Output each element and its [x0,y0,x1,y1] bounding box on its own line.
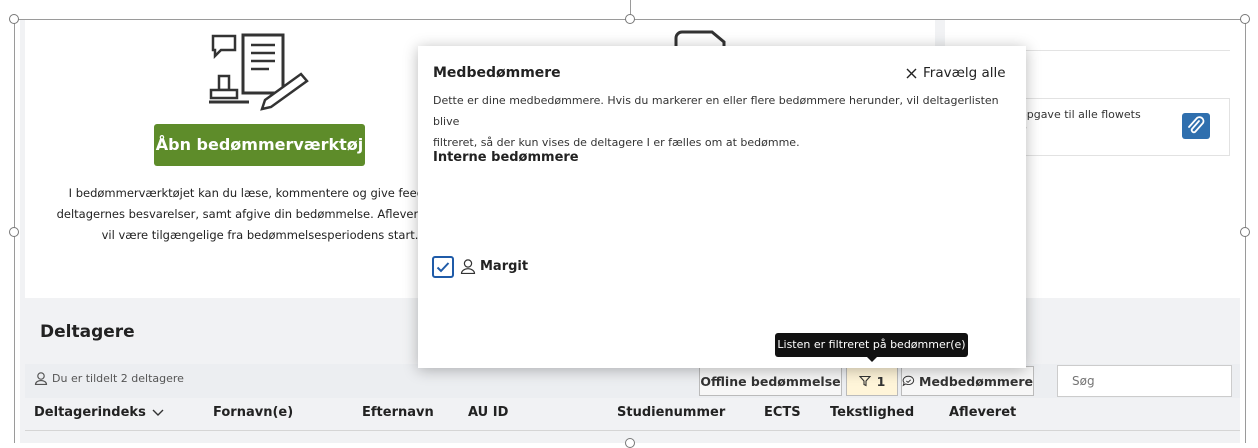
column-header-au-id[interactable]: AU ID [468,405,508,420]
open-assessment-tool-button[interactable]: Åbn bedømmerværktøj [154,124,365,166]
offline-assessment-button[interactable]: Offline bedømmelse [699,366,842,396]
chevron-down-icon [152,409,164,416]
filter-icon [858,375,871,387]
column-header-ects[interactable]: ECTS [764,405,801,420]
co-assessors-button[interactable]: Medbedømmere [901,366,1034,396]
modal-description-line: Dette er dine medbedømmere. Hvis du mark… [433,94,999,128]
chat-icon [902,375,915,387]
description-line: I bedømmerværktøjet kan du læse, komment… [68,186,452,200]
column-header-student-number[interactable]: Studienummer [617,405,725,420]
assessor-name: Margit [480,258,529,274]
assessor-item-margit[interactable]: Margit [460,258,528,274]
close-icon [906,68,917,78]
document-stamp-illustration [209,33,309,111]
upload-text-line: e [1020,121,1141,134]
filter-count: 1 [876,373,886,389]
tooltip-arrow [866,356,878,362]
co-assessors-label: Medbedømmere [919,373,1033,389]
deselect-all-button[interactable]: Fravælg alle [906,65,1006,81]
person-icon [34,372,48,385]
internal-assessors-heading: Interne bedømmere [433,150,579,165]
resize-handle-middle-right[interactable] [1240,227,1250,237]
description-line: deltagernes besvarelser, samt afgive din… [56,207,464,221]
attach-button[interactable] [1182,113,1210,139]
assessment-tool-description: I bedømmerværktøjet kan du læse, komment… [40,183,480,246]
description-line: vil være tilgængelige fra bedømmelsesper… [101,228,419,242]
assigned-text: Du er tildelt 2 deltagere [52,371,184,385]
column-header-index-label: Deltagerindeks [34,405,146,420]
checkmark-icon [436,262,450,273]
modal-description: Dette er dine medbedømmere. Hvis du mark… [433,90,1013,153]
search-input[interactable] [1057,365,1232,397]
upload-text: opgave til alle flowets e [1020,108,1141,134]
filter-button[interactable]: 1 [846,366,898,396]
filter-tooltip: Listen er filtreret på bedømmer(e) [775,333,968,357]
paperclip-icon [1188,116,1205,134]
resize-handle-bottom-center[interactable] [625,438,635,448]
modal-title: Medbedømmere [433,65,561,81]
offline-assessment-label: Offline bedømmelse [700,373,841,389]
person-icon [460,259,476,274]
rotate-handle[interactable] [625,14,635,24]
upload-text-line: opgave til alle flowets [1020,108,1141,121]
column-header-index[interactable]: Deltagerindeks [34,405,164,420]
participants-title: Deltagere [40,322,135,342]
column-header-submitted[interactable]: Afleveret [949,405,1016,420]
resize-handle-top-left[interactable] [9,14,19,24]
resize-handle-middle-left[interactable] [9,227,19,237]
column-header-last-name[interactable]: Efternavn [362,405,434,420]
assigned-info: Du er tildelt 2 deltagere [34,371,184,385]
resize-handle-top-right[interactable] [1240,14,1250,24]
deselect-all-label: Fravælg alle [923,65,1006,81]
table-header-divider [25,430,1240,431]
column-header-similarity[interactable]: Tekstlighed [830,405,914,420]
assessor-checkbox-margit[interactable] [432,256,454,278]
column-header-first-name[interactable]: Fornavn(e) [213,405,293,420]
